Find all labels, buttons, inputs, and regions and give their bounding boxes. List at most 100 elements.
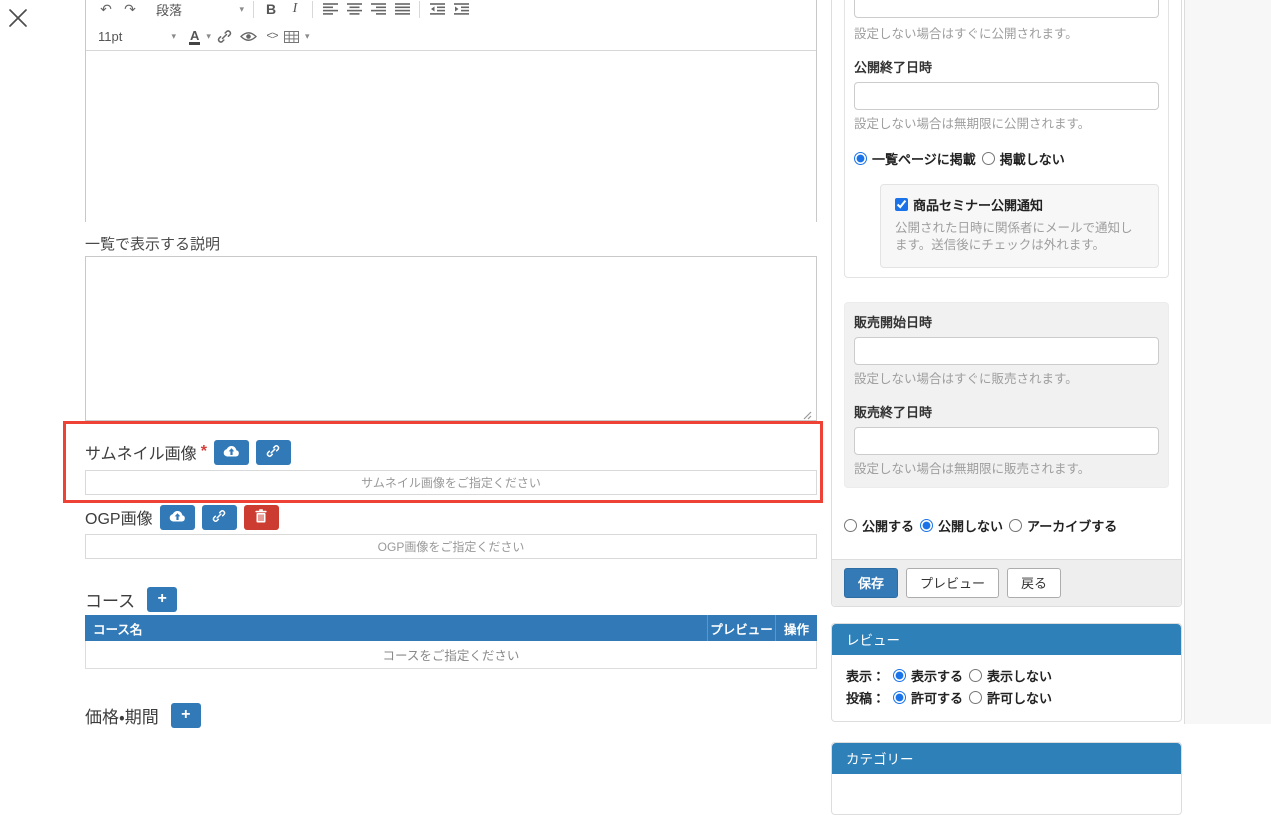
ogp-label: OGP画像 <box>85 505 153 529</box>
notify-checkbox-label[interactable]: 商品セミナー公開通知 <box>895 195 1043 214</box>
list-description-label: 一覧で表示する説明 <box>85 233 220 254</box>
align-right-icon[interactable] <box>366 0 390 20</box>
radio-review-hide[interactable]: 表示しない <box>969 666 1052 685</box>
radio-listing-off[interactable]: 掲載しない <box>982 149 1065 168</box>
review-settings-card: レビュー 表示： 表示する 表示しない 投稿： <box>831 623 1182 722</box>
editor-content-area[interactable] <box>86 51 816 223</box>
italic-button[interactable]: I <box>283 0 307 20</box>
font-size-value: 11pt <box>98 29 122 44</box>
main-form-column: ↶ ↷ 段落 ▾ B I <box>85 0 817 724</box>
table-icon[interactable]: ▾ <box>284 26 310 48</box>
redo-icon[interactable]: ↷ <box>118 0 142 20</box>
preview-button[interactable]: プレビュー <box>906 568 999 598</box>
rich-text-editor: ↶ ↷ 段落 ▾ B I <box>85 0 817 222</box>
publish-end-label: 公開終了日時 <box>854 57 1159 76</box>
align-center-icon[interactable] <box>342 0 366 20</box>
radio-review-show[interactable]: 表示する <box>893 666 963 685</box>
undo-icon[interactable]: ↶ <box>94 0 118 20</box>
required-mark: * <box>201 443 207 461</box>
source-code-icon[interactable]: <> <box>260 26 284 48</box>
review-display-label: 表示： <box>846 666 885 685</box>
ogp-section-header: OGP画像 <box>85 504 279 530</box>
radio-input[interactable] <box>893 669 906 682</box>
radio-status-archive[interactable]: アーカイブする <box>1009 516 1117 535</box>
radio-label: 表示する <box>911 666 963 685</box>
chevron-down-icon: ▾ <box>206 31 211 42</box>
course-operation-column-header: 操作 <box>775 615 817 641</box>
radio-post-allow[interactable]: 許可する <box>893 688 963 707</box>
radio-label: 掲載しない <box>1000 149 1065 168</box>
paragraph-style-select[interactable]: 段落 ▾ <box>152 0 248 20</box>
resize-grip-icon[interactable] <box>802 407 812 425</box>
align-justify-icon[interactable] <box>390 0 414 20</box>
ogp-delete-button[interactable] <box>244 505 279 530</box>
align-left-icon[interactable] <box>318 0 342 20</box>
indent-icon[interactable] <box>449 0 473 20</box>
publish-settings-card: 設定しない場合はすぐに公開されます。 公開終了日時 設定しない場合は無期限に公開… <box>831 0 1182 607</box>
sales-start-help: 設定しない場合はすぐに販売されます。 <box>854 371 1159 388</box>
sales-end-help: 設定しない場合は無期限に販売されます。 <box>854 461 1159 478</box>
radio-label: 公開しない <box>938 516 1003 535</box>
radio-input[interactable] <box>854 152 867 165</box>
chevron-down-icon: ▾ <box>171 31 176 42</box>
link-icon <box>212 509 226 526</box>
paragraph-style-value: 段落 <box>156 0 182 19</box>
sales-end-input[interactable] <box>854 427 1159 455</box>
thumbnail-link-button[interactable] <box>256 440 291 465</box>
price-section-header: 価格・期間 + <box>85 700 201 730</box>
preview-eye-icon[interactable] <box>236 26 260 48</box>
radio-status-public[interactable]: 公開する <box>844 516 914 535</box>
add-course-button[interactable]: + <box>147 587 177 612</box>
publish-start-input[interactable] <box>854 0 1159 18</box>
radio-input[interactable] <box>893 691 906 704</box>
review-post-label: 投稿： <box>846 688 885 707</box>
save-button[interactable]: 保存 <box>844 568 898 598</box>
radio-input[interactable] <box>844 519 857 532</box>
notify-checkbox[interactable] <box>895 198 908 211</box>
course-preview-column-header: プレビュー <box>707 615 775 641</box>
review-post-row: 投稿： 許可する 許可しない <box>846 687 1167 709</box>
toolbar-divider <box>312 1 313 18</box>
trash-icon <box>255 509 267 526</box>
font-size-select[interactable]: 11pt ▾ <box>94 26 180 48</box>
radio-listing-on[interactable]: 一覧ページに掲載 <box>854 149 976 168</box>
sales-period-panel: 販売開始日時 設定しない場合はすぐに販売されます。 販売終了日時 設定しない場合… <box>844 302 1169 488</box>
ogp-upload-button[interactable] <box>160 505 195 530</box>
publish-end-input[interactable] <box>854 82 1159 110</box>
ogp-link-button[interactable] <box>202 505 237 530</box>
radio-input[interactable] <box>920 519 933 532</box>
toolbar-divider <box>253 1 254 18</box>
list-description-textarea[interactable] <box>85 256 817 421</box>
page-background-strip <box>1184 0 1271 724</box>
close-icon <box>7 7 29 34</box>
editor-toolbar-row1: ↶ ↷ 段落 ▾ B I <box>86 0 816 23</box>
radio-post-deny[interactable]: 許可しない <box>969 688 1052 707</box>
radio-input[interactable] <box>1009 519 1022 532</box>
insert-link-icon[interactable] <box>212 26 236 48</box>
ogp-placeholder-box[interactable]: OGP画像をご指定ください <box>85 534 817 559</box>
radio-label: 許可しない <box>987 688 1052 707</box>
category-card: カテゴリー <box>831 742 1182 815</box>
thumbnail-placeholder-box[interactable]: サムネイル画像をご指定ください <box>85 470 817 495</box>
checkbox-label: 商品セミナー公開通知 <box>913 195 1043 214</box>
radio-status-private[interactable]: 公開しない <box>920 516 1003 535</box>
text-color-button[interactable]: A ▾ <box>188 26 212 48</box>
radio-input[interactable] <box>969 669 982 682</box>
radio-label: 許可する <box>911 688 963 707</box>
bold-button[interactable]: B <box>259 0 283 20</box>
radio-input[interactable] <box>982 152 995 165</box>
publish-notify-box: 商品セミナー公開通知 公開された日時に関係者にメールで通知します。送信後にチェッ… <box>880 184 1159 268</box>
radio-input[interactable] <box>969 691 982 704</box>
radio-label: 表示しない <box>987 666 1052 685</box>
outdent-icon[interactable] <box>425 0 449 20</box>
close-button[interactable] <box>4 6 32 34</box>
category-card-title: カテゴリー <box>832 743 1181 774</box>
back-button[interactable]: 戻る <box>1007 568 1061 598</box>
course-empty-row: コースをご指定ください <box>85 641 817 669</box>
sales-start-input[interactable] <box>854 337 1159 365</box>
review-display-row: 表示： 表示する 表示しない <box>846 665 1167 687</box>
thumbnail-upload-button[interactable] <box>214 440 249 465</box>
publish-period-panel: 設定しない場合はすぐに公開されます。 公開終了日時 設定しない場合は無期限に公開… <box>844 0 1169 278</box>
chevron-down-icon: ▾ <box>305 31 310 42</box>
course-name-column-header: コース名 <box>85 615 707 641</box>
